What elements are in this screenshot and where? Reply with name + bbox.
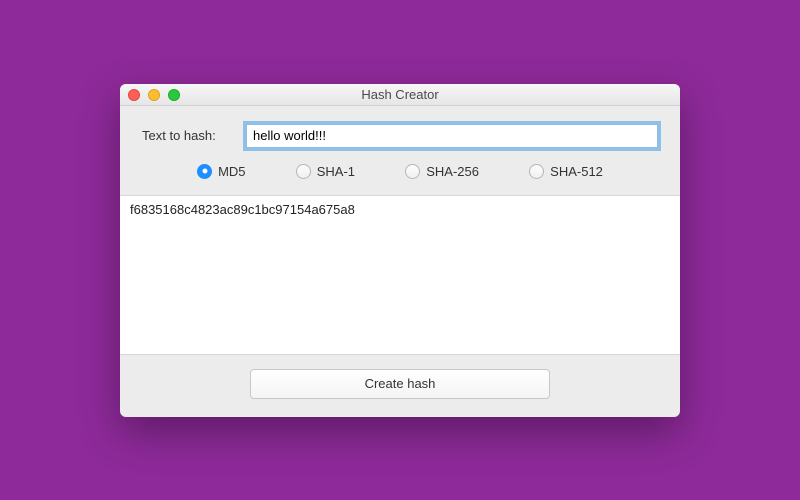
window-title: Hash Creator: [120, 87, 680, 102]
radio-sha512[interactable]: SHA-512: [529, 164, 603, 179]
zoom-icon[interactable]: [168, 89, 180, 101]
radio-label: SHA-256: [426, 164, 479, 179]
create-hash-button[interactable]: Create hash: [250, 369, 550, 399]
radio-label: SHA-1: [317, 164, 355, 179]
minimize-icon[interactable]: [148, 89, 160, 101]
text-to-hash-input[interactable]: [246, 124, 658, 148]
radio-dot-icon: [197, 164, 212, 179]
radio-sha1[interactable]: SHA-1: [296, 164, 355, 179]
close-icon[interactable]: [128, 89, 140, 101]
input-row: Text to hash:: [142, 124, 658, 148]
radio-dot-icon: [529, 164, 544, 179]
radio-dot-icon: [405, 164, 420, 179]
hash-value: f6835168c4823ac89c1bc97154a675a8: [130, 202, 355, 217]
titlebar: Hash Creator: [120, 84, 680, 106]
radio-md5[interactable]: MD5: [197, 164, 245, 179]
radio-sha256[interactable]: SHA-256: [405, 164, 479, 179]
radio-label: SHA-512: [550, 164, 603, 179]
algorithm-radio-group: MD5 SHA-1 SHA-256 SHA-512: [142, 164, 658, 195]
hash-output[interactable]: f6835168c4823ac89c1bc97154a675a8: [120, 195, 680, 355]
content-area: Text to hash: MD5 SHA-1 SHA-256 SHA-512 …: [120, 106, 680, 417]
radio-dot-icon: [296, 164, 311, 179]
footer: Create hash: [142, 355, 658, 417]
app-window: Hash Creator Text to hash: MD5 SHA-1 SHA…: [120, 84, 680, 417]
window-controls: [128, 89, 180, 101]
input-label: Text to hash:: [142, 128, 232, 143]
radio-label: MD5: [218, 164, 245, 179]
